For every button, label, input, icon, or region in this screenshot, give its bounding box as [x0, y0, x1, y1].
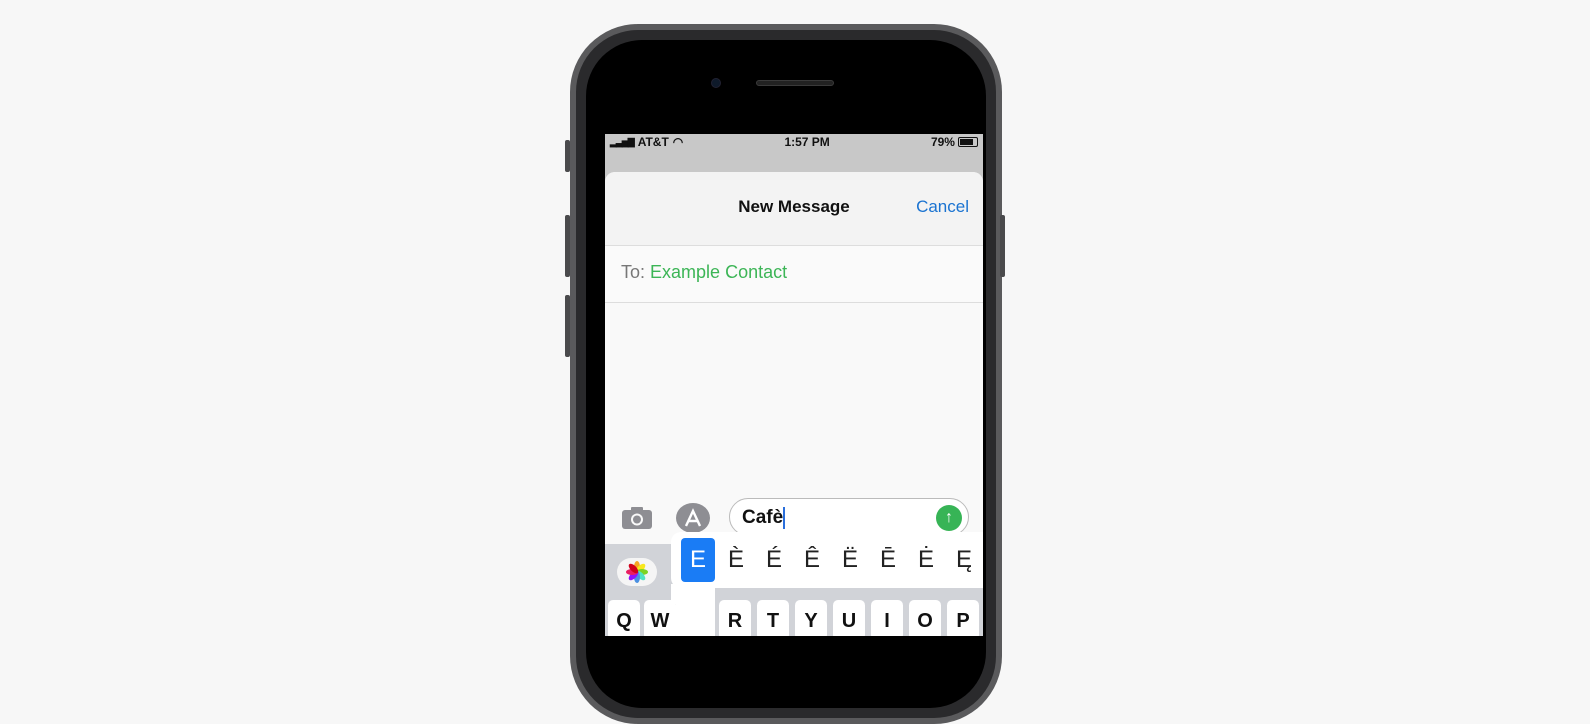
battery-icon — [957, 137, 978, 147]
mute-switch — [565, 140, 570, 172]
message-input[interactable]: Cafè ↑ — [729, 498, 969, 536]
key[interactable]: T — [757, 600, 789, 636]
accent-option[interactable]: Ë — [833, 538, 867, 582]
volume-down-button — [565, 295, 570, 357]
accent-option[interactable]: È — [719, 538, 753, 582]
photos-icon — [626, 561, 648, 583]
cancel-button[interactable]: Cancel — [916, 197, 969, 217]
recipient-contact[interactable]: Example Contact — [650, 262, 787, 282]
signal-icon: ▂▃▅▇ — [610, 136, 635, 147]
to-label: To: — [621, 262, 646, 282]
key[interactable]: R — [719, 600, 751, 636]
accent-option[interactable]: E — [681, 538, 715, 582]
camera-icon[interactable] — [621, 506, 653, 530]
key[interactable]: Y — [795, 600, 827, 636]
send-button[interactable]: ↑ — [936, 505, 962, 531]
message-text: Cafè — [742, 507, 784, 529]
photos-app-button[interactable] — [617, 558, 657, 586]
battery-percent: 79% — [930, 135, 955, 149]
key[interactable]: Q — [608, 600, 640, 636]
accent-option[interactable]: Ê — [795, 538, 829, 582]
accent-option[interactable]: Ė — [909, 538, 943, 582]
nav-bar: New Message Cancel — [605, 172, 983, 246]
status-bar: ▂▃▅▇ AT&T ◠ 1:57 PM 79% — [605, 134, 983, 150]
text-cursor — [783, 507, 786, 529]
accent-popup: E È É Ê Ë Ē Ė Ę — [671, 532, 983, 588]
to-field[interactable]: To: Example Contact — [605, 246, 983, 303]
carrier: AT&T — [637, 135, 669, 149]
accent-option[interactable]: É — [757, 538, 791, 582]
clock: 1:57 PM — [784, 135, 830, 149]
front-camera — [711, 78, 721, 88]
accent-option[interactable]: Ę — [947, 538, 981, 582]
phone-screen: ▂▃▅▇ AT&T ◠ 1:57 PM 79% New Message Canc… — [605, 134, 983, 636]
key[interactable]: W — [644, 600, 676, 636]
key[interactable]: P — [947, 600, 979, 636]
earpiece-speaker — [756, 80, 834, 86]
arrow-up-icon: ↑ — [945, 509, 953, 526]
app-store-icon[interactable] — [675, 502, 711, 534]
volume-up-button — [565, 215, 570, 277]
power-button — [1000, 215, 1005, 277]
accent-option[interactable]: Ē — [871, 538, 905, 582]
key[interactable]: I — [871, 600, 903, 636]
keyboard-row-1: Q W R T Y U I O P — [605, 600, 983, 636]
key[interactable]: O — [909, 600, 941, 636]
key[interactable]: U — [833, 600, 865, 636]
wifi-icon: ◠ — [672, 135, 684, 149]
